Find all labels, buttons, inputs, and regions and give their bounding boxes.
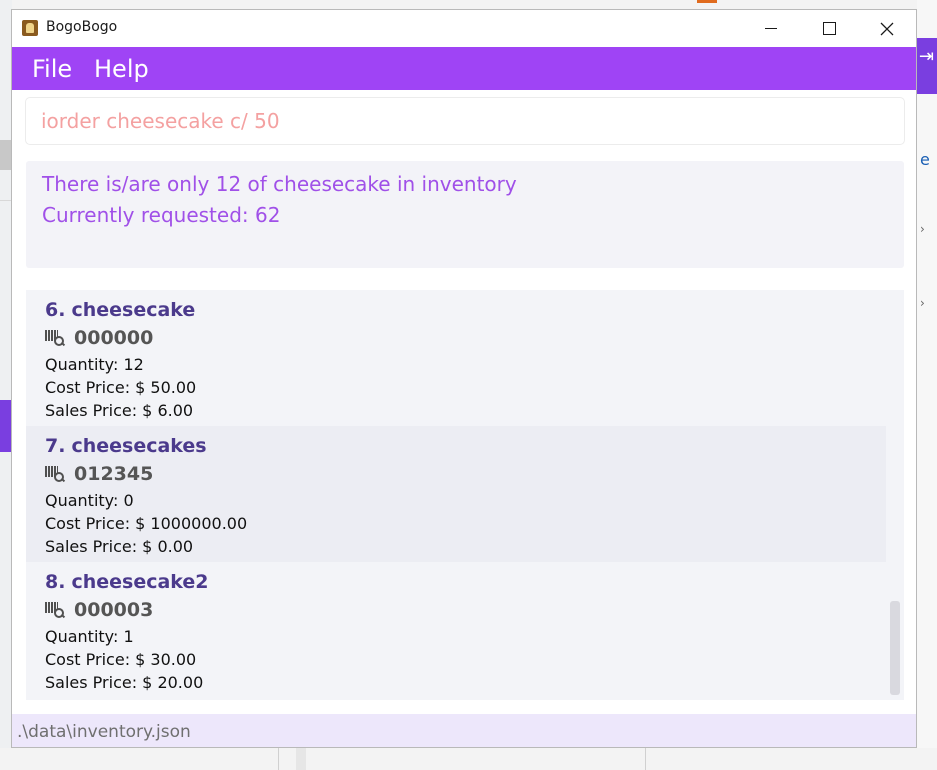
item-name: cheesecake2 (71, 571, 209, 593)
command-input-text: iorder cheesecake c/ 50 (41, 109, 280, 133)
list-scrollbar[interactable] (886, 290, 904, 700)
item-cost-price: Cost Price: $ 30.00 (45, 650, 197, 669)
chevron-right-icon: › (920, 296, 925, 310)
desktop-divider (278, 748, 279, 770)
menu-bar: File Help (12, 47, 916, 90)
title-bar[interactable]: BogoBogo (12, 10, 916, 47)
exit-icon: ⇥ (919, 46, 935, 67)
list-item[interactable]: 7. cheesecakes 012345 Quantity: 0 Cost Pr… (26, 426, 886, 562)
item-cost-price: Cost Price: $ 1000000.00 (45, 514, 248, 533)
desktop-divider (296, 748, 306, 770)
desktop-background-bottom (0, 748, 937, 770)
window-title: BogoBogo (46, 19, 118, 35)
scrollbar-thumb[interactable] (890, 601, 900, 695)
close-icon (880, 22, 894, 35)
item-sales-price: Sales Price: $ 0.00 (45, 537, 194, 556)
item-quantity: Quantity: 0 (45, 491, 134, 510)
maximize-icon (822, 22, 836, 35)
desktop-accent (697, 0, 717, 3)
result-display: There is/are only 12 of cheesecake in in… (26, 161, 904, 268)
status-bar: .\data\inventory.json (12, 714, 916, 747)
result-message-line: Currently requested: 62 (42, 203, 281, 227)
item-id-row: 012345 (45, 463, 153, 485)
status-file-path: .\data\inventory.json (17, 722, 191, 742)
item-name-row: 6. cheesecake (45, 299, 195, 321)
menu-help[interactable]: Help (94, 55, 149, 83)
app-icon (22, 20, 38, 36)
item-sales-price: Sales Price: $ 6.00 (45, 401, 194, 420)
minimize-button[interactable] (742, 10, 800, 47)
item-id: 012345 (74, 463, 154, 485)
item-index: 8. (45, 571, 66, 593)
item-id-row: 000000 (45, 327, 153, 349)
barcode-search-icon (45, 601, 66, 619)
item-cost-price: Cost Price: $ 50.00 (45, 378, 197, 397)
close-button[interactable] (858, 10, 916, 47)
inventory-list[interactable]: 6. cheesecake 000000 Quantity: 12 Cost Pr… (26, 290, 904, 700)
minimize-icon (765, 28, 777, 29)
item-quantity: Quantity: 1 (45, 627, 134, 646)
list-item[interactable]: 6. cheesecake 000000 Quantity: 12 Cost Pr… (26, 290, 886, 426)
desktop-background-right (917, 0, 937, 770)
item-sales-price: Sales Price: $ 20.00 (45, 673, 204, 692)
desktop-divider (645, 748, 646, 770)
result-message-line: There is/are only 12 of cheesecake in in… (42, 172, 517, 196)
chevron-right-icon: › (920, 222, 925, 236)
desktop-fragment-glyph: e (920, 150, 930, 169)
item-name-row: 7. cheesecakes (45, 435, 207, 457)
app-window: BogoBogo File Help iorder cheesecake c/ … (11, 9, 917, 748)
barcode-search-icon (45, 329, 66, 347)
barcode-search-icon (45, 465, 66, 483)
item-name: cheesecake (71, 299, 196, 321)
item-quantity: Quantity: 12 (45, 355, 144, 374)
item-id-row: 000003 (45, 599, 153, 621)
list-item[interactable]: 8. cheesecake2 000003 Quantity: 1 Cost Pr… (26, 562, 886, 698)
item-id: 000000 (74, 327, 154, 349)
item-index: 7. (45, 435, 66, 457)
item-name-row: 8. cheesecake2 (45, 571, 209, 593)
command-input[interactable]: iorder cheesecake c/ 50 (26, 98, 904, 144)
item-name: cheesecakes (71, 435, 207, 457)
item-id: 000003 (74, 599, 154, 621)
maximize-button[interactable] (800, 10, 858, 47)
item-index: 6. (45, 299, 66, 321)
menu-file[interactable]: File (32, 55, 72, 83)
